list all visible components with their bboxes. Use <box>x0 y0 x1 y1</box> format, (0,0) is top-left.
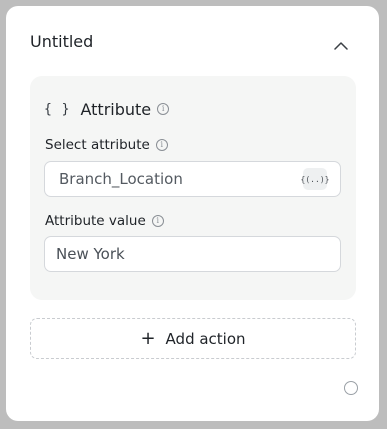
attribute-value-label-text: Attribute value <box>45 213 146 229</box>
radio-button[interactable] <box>344 381 358 395</box>
info-icon[interactable]: i <box>151 215 164 227</box>
section-header: { } Attribute i <box>44 99 170 119</box>
variable-picker-button[interactable]: {(..)} <box>301 168 329 190</box>
select-attribute-value[interactable]: Branch_Location <box>45 170 303 188</box>
attribute-value-label: Attribute value i <box>45 213 164 229</box>
add-action-button[interactable]: + Add action <box>30 318 356 359</box>
select-attribute-input[interactable]: Branch_Location {(..)} <box>44 161 341 197</box>
info-icon[interactable]: i <box>155 139 168 151</box>
select-attribute-label: Select attribute i <box>45 137 168 153</box>
card-title[interactable]: Untitled <box>30 32 93 52</box>
chevron-up-icon <box>334 41 348 50</box>
info-icon[interactable]: i <box>157 103 170 115</box>
attribute-section: { } Attribute i Select attribute i Branc… <box>30 76 356 300</box>
attribute-value-text[interactable]: New York <box>45 245 340 263</box>
plus-icon: + <box>140 327 156 349</box>
section-title: Attribute <box>80 99 152 119</box>
select-attribute-label-text: Select attribute <box>45 137 150 153</box>
braces-icon: { } <box>44 101 71 117</box>
collapse-button[interactable] <box>330 34 352 56</box>
attribute-value-input[interactable]: New York <box>44 236 341 272</box>
add-action-label: Add action <box>165 329 246 348</box>
action-card: Untitled { } Attribute i Select attribut… <box>6 6 379 421</box>
